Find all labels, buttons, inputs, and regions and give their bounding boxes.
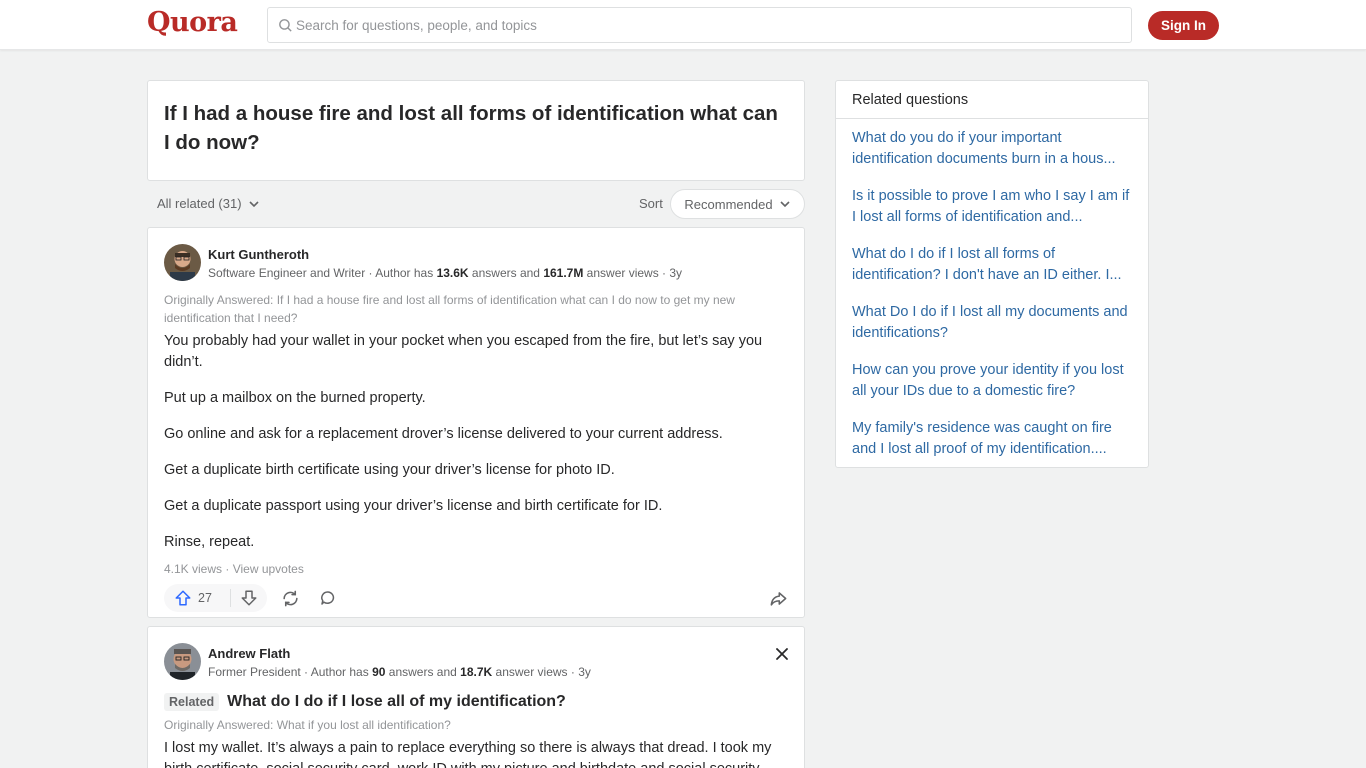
question-title[interactable]: If I had a house fire and lost all forms… [164,99,784,157]
author-photo-icon [164,244,201,281]
sort-label: Sort [639,196,663,211]
question-card: If I had a house fire and lost all forms… [147,80,805,181]
author-credential: Software Engineer and Writer · Author ha… [208,266,682,280]
comment-icon [321,591,335,605]
related-question-link[interactable]: My family's residence was caught on fire… [852,418,1136,460]
credential-text: answer views · 3y [583,266,683,280]
originally-answered[interactable]: Originally Answered: What if you lost al… [164,716,794,734]
credential-text: answers and [385,665,461,679]
vote-controls: 27 [164,584,267,612]
answers-count: 13.6K [436,266,469,280]
related-badge: Related [164,693,220,711]
author-name[interactable]: Andrew Flath [208,646,290,661]
related-question-link[interactable]: What Do I do if I lost all my documents … [852,302,1136,344]
views-count: 18.7K [460,665,493,679]
related-question-link[interactable]: Is it possible to prove I am who I say I… [852,186,1136,228]
related-question-line[interactable]: Related What do I do if I lose all of my… [164,693,566,711]
avatar[interactable] [164,244,201,281]
sign-in-button[interactable]: Sign In [1148,11,1219,40]
upvote-arrow-icon [175,590,191,606]
sort-value: Recommended [684,196,773,212]
answer-paragraph: I lost my wallet. It’s always a pain to … [164,740,772,768]
quora-logo[interactable]: Quora [147,7,238,38]
author-name[interactable]: Kurt Guntheroth [208,247,309,262]
answer-paragraph: Go online and ask for a replacement drov… [164,426,723,442]
all-related-label: All related (31) [157,196,242,211]
answer-card: Andrew Flath Former President · Author h… [147,626,805,768]
chevron-down-icon [248,200,259,207]
answer-paragraph: You probably had your wallet in your poc… [164,333,763,370]
top-header: Quora Sign In [0,0,1366,50]
related-question-link[interactable]: How can you prove your identity if you l… [852,360,1136,402]
share-arrow-icon [770,591,786,606]
comment-button[interactable] [316,586,340,610]
upvote-count: 27 [198,591,212,605]
avatar[interactable] [164,643,201,680]
answer-paragraph: Get a duplicate birth certificate using … [164,462,615,478]
author-photo-icon [164,643,201,680]
credential-text: Former President · Author has [208,665,373,679]
downvote-button[interactable] [231,584,267,612]
sort-dropdown[interactable]: Recommended [670,189,805,219]
related-question-link[interactable]: What do you do if your important identif… [852,128,1136,170]
dismiss-button[interactable] [772,644,792,664]
views-and-upvotes[interactable]: 4.1K views · View upvotes [164,562,304,576]
related-question-title[interactable]: What do I do if I lose all of my identif… [227,693,566,711]
answer-paragraph: Put up a mailbox on the burned property. [164,390,426,406]
downvote-arrow-icon [241,590,257,606]
answers-count: 90 [372,665,386,679]
chevron-down-icon [780,201,790,208]
credential-text: Software Engineer and Writer · Author ha… [208,266,437,280]
credential-text: answer views · 3y [492,665,591,679]
share-repost-button[interactable] [278,586,302,610]
close-icon [776,648,788,660]
search-icon [279,19,292,32]
all-related-filter[interactable]: All related (31) [157,196,260,211]
answer-paragraph: Rinse, repeat. [164,534,255,550]
upvote-button[interactable]: 27 [164,584,230,612]
answer-paragraph: Get a duplicate passport using your driv… [164,498,663,514]
search-box[interactable] [267,7,1132,43]
credential-text: answers and [468,266,544,280]
originally-answered[interactable]: Originally Answered: If I had a house fi… [164,291,794,327]
answer-card: Kurt Guntheroth Software Engineer and Wr… [147,227,805,618]
related-question-link[interactable]: What do I do if I lost all forms of iden… [852,244,1136,286]
share-button[interactable] [766,586,790,610]
related-questions-panel: Related questions What do you do if your… [835,80,1149,468]
views-count: 161.7M [543,266,584,280]
author-credential: Former President · Author has 90 answers… [208,665,591,679]
repost-icon [282,590,298,606]
search-input[interactable] [296,8,1116,42]
related-questions-title: Related questions [836,81,1148,119]
